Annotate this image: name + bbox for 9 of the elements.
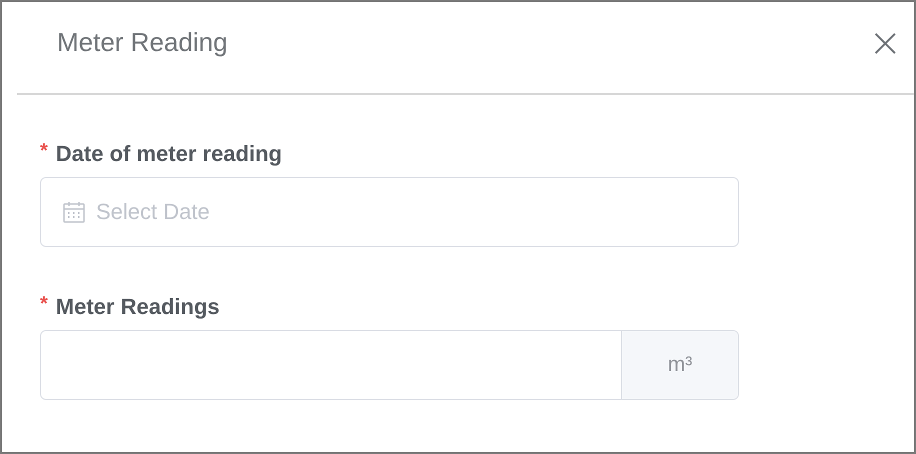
dialog-title: Meter Reading (57, 27, 228, 58)
close-button[interactable]: × (868, 22, 902, 62)
required-asterisk: * (40, 140, 48, 162)
required-asterisk: * (40, 292, 48, 316)
reading-field[interactable]: m³ (40, 330, 739, 400)
field-label: Date of meter reading (56, 141, 282, 167)
field-label: Meter Readings (56, 294, 220, 320)
calendar-icon (62, 200, 86, 224)
unit-label: m³ (621, 331, 738, 399)
